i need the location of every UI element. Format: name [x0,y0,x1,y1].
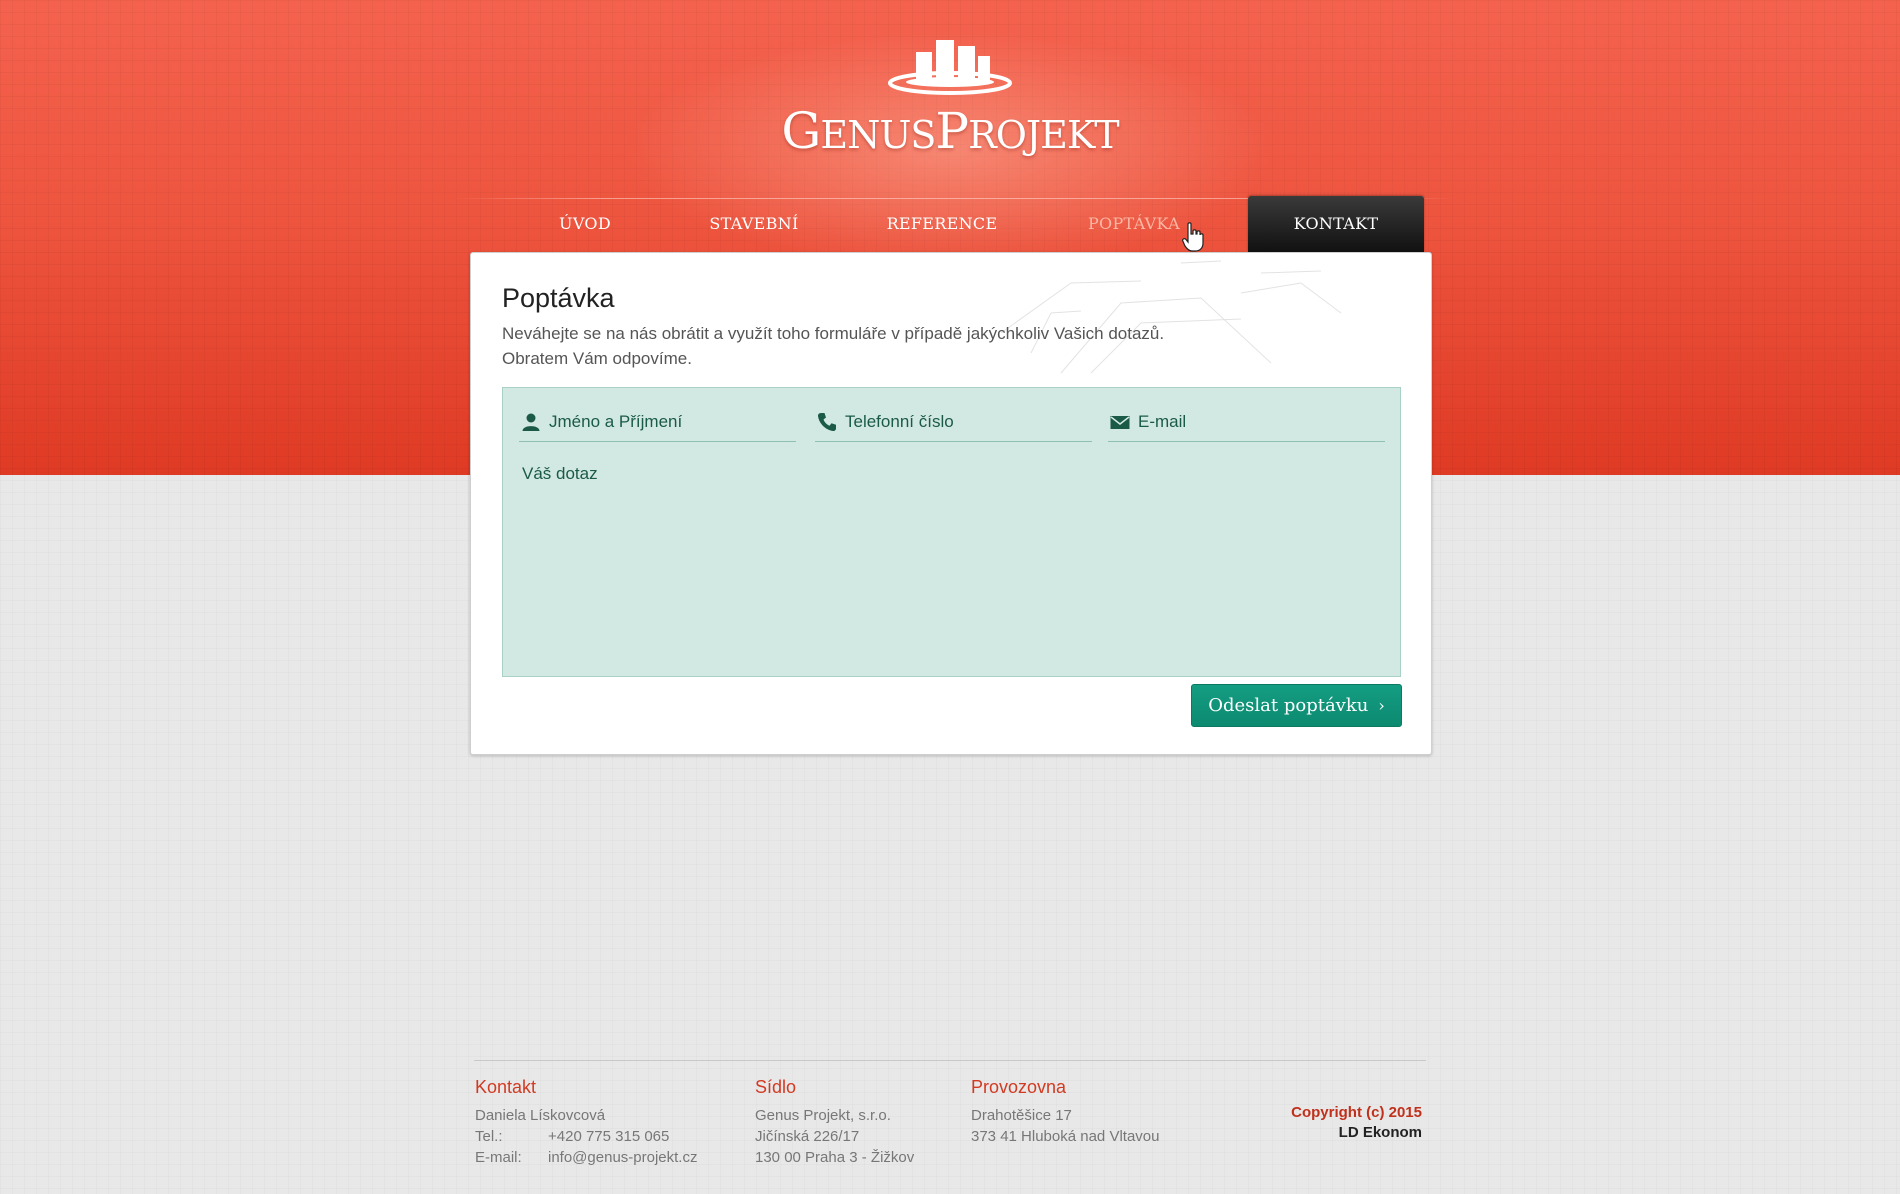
footer-tel-row: Tel.: +420 775 315 065 [475,1126,725,1147]
nav-item-uvod[interactable]: ÚVOD [510,196,660,252]
footer-copyright: Copyright (c) 2015 LD Ekonom [1200,1103,1422,1143]
name-field[interactable]: Jméno a Příjmení [519,402,796,442]
logo-letter-g: G [781,102,821,160]
intro-line-2: Obratem Vám odpovíme. [502,349,692,368]
intro-text: Neváhejte se na nás obrátit a využít toh… [502,321,1322,371]
phone-field[interactable]: Telefonní číslo [815,402,1092,442]
footer-seat-heading: Sídlo [755,1077,797,1097]
inquiry-card: Poptávka Neváhejte se na nás obrátit a v… [470,252,1432,755]
logo-letter-p: P [935,102,969,160]
footer-office-line-2: 373 41 Hluboká nad Vltavou [971,1128,1160,1145]
footer-seat-line-1: Genus Projekt, s.r.o. [755,1107,891,1124]
submit-button-label: Odeslat poptávku [1208,695,1369,716]
footer-seat: Sídlo Genus Projekt, s.r.o. Jičínská 226… [755,1075,955,1168]
email-field[interactable]: E-mail [1108,402,1385,442]
inquiry-form: Jméno a Příjmení Telefonní číslo E-mail … [502,387,1401,677]
chevron-right-icon: › [1378,696,1385,715]
footer-email-link[interactable]: info@genus-projekt.cz [548,1147,697,1168]
logo-wordmark: GENUSPROJEKT [780,102,1120,160]
envelope-icon [1110,415,1130,429]
footer-divider [474,1060,1426,1061]
footer-office: Provozovna Drahotěšice 17 373 41 Hluboká… [971,1075,1211,1147]
site-logo[interactable]: GENUSPROJEKT [780,38,1120,168]
footer-email-label: E-mail: [475,1149,522,1166]
footer-office-heading: Provozovna [971,1077,1067,1097]
footer-contact-heading: Kontakt [475,1077,537,1097]
footer-contact-name: Daniela Lískovcová [475,1107,606,1124]
footer-office-line-1: Drahotěšice 17 [971,1107,1072,1124]
logo-letters-enus: ENUS [820,113,936,157]
phone-icon [817,412,836,431]
hand-cursor-icon [1182,222,1204,252]
company-link[interactable]: LD Ekonom [1200,1123,1422,1143]
footer-tel-label: Tel.: [475,1128,503,1145]
submit-inquiry-button[interactable]: Odeslat poptávku › [1191,684,1402,727]
nav-item-stavebni-cinnost[interactable]: STAVEBNÍ ČINNOST [666,196,842,289]
intro-line-1: Neváhejte se na nás obrátit a využít toh… [502,324,1165,343]
footer-seat-line-3: 130 00 Praha 3 - Žižkov [755,1149,915,1166]
logo-letters-rojekt: ROJEKT [968,113,1119,157]
user-icon [522,413,540,431]
logo-buildings-icon [888,40,1012,95]
nav-item-reference[interactable]: REFERENCE [862,196,1022,252]
page-title: Poptávka [502,283,615,313]
footer-email-row: E-mail: info@genus-projekt.cz [475,1147,725,1168]
main-nav: ÚVOD STAVEBNÍ ČINNOST REFERENCE POPTÁVKA… [470,196,1430,289]
message-placeholder: Váš dotaz [522,464,598,483]
name-field-placeholder: Jméno a Příjmení [549,411,683,431]
footer-seat-line-2: Jičínská 226/17 [755,1128,860,1145]
nav-item-kontakt[interactable]: KONTAKT [1248,196,1424,252]
email-field-placeholder: E-mail [1138,411,1187,431]
message-textarea[interactable]: Váš dotaz [513,454,1389,666]
footer-tel-value[interactable]: +420 775 315 065 [548,1126,669,1147]
footer-contact: Kontakt Daniela Lískovcová Tel.: +420 77… [475,1075,725,1168]
phone-field-placeholder: Telefonní číslo [845,411,954,431]
copyright-text: Copyright (c) 2015 [1291,1104,1422,1121]
